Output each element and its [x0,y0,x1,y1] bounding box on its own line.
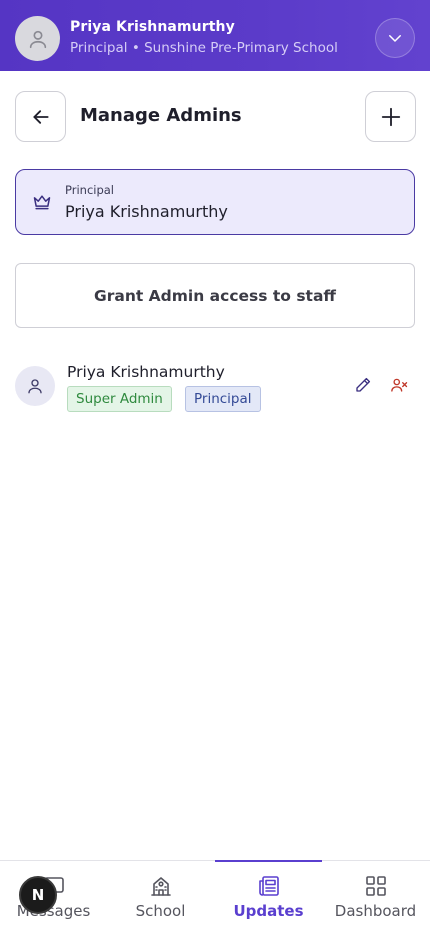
grid-icon [365,876,386,896]
nav-dashboard[interactable]: Dashboard [322,861,429,932]
add-admin-button[interactable] [365,91,416,142]
grant-admin-access-button[interactable]: Grant Admin access to staff [15,263,415,328]
user-avatar[interactable] [15,16,60,61]
plus-icon [381,107,400,126]
principal-card: Principal Priya Krishnamurthy [15,169,415,235]
admin-name: Priya Krishnamurthy [67,363,225,381]
bottom-navigation: Messages School Updates Dashboard [0,860,430,932]
edit-icon[interactable] [354,376,372,394]
header-user-role: Principal • Sunshine Pre-Primary School [70,40,338,56]
user-icon [29,30,46,48]
admin-avatar [15,366,55,406]
header-user-name: Priya Krishnamurthy [70,19,235,35]
principal-label: Principal [65,183,115,197]
user-icon [28,379,42,394]
account-switcher-button[interactable] [375,18,415,58]
principal-name: Priya Krishnamurthy [65,202,228,221]
app-header: Priya Krishnamurthy Principal • Sunshine… [0,0,430,71]
chevron-down-icon [389,35,401,42]
dev-overlay-badge[interactable]: N [19,876,57,914]
back-button[interactable] [15,91,66,142]
nav-school-label: School [135,902,186,920]
arrow-left-icon [32,109,49,124]
nav-school[interactable]: School [107,861,214,932]
admin-list-item: Priya Krishnamurthy Super Admin Principa… [15,362,415,412]
crown-icon [33,195,51,210]
principal-badge: Principal [185,386,261,412]
nav-dashboard-label: Dashboard [334,902,417,920]
page-title: Manage Admins [80,105,242,126]
nav-updates[interactable]: Updates [215,860,322,932]
super-admin-badge: Super Admin [67,386,172,412]
newspaper-icon [258,876,279,896]
nav-updates-label: Updates [233,902,304,920]
school-icon [150,877,171,896]
remove-user-icon[interactable] [390,376,408,394]
